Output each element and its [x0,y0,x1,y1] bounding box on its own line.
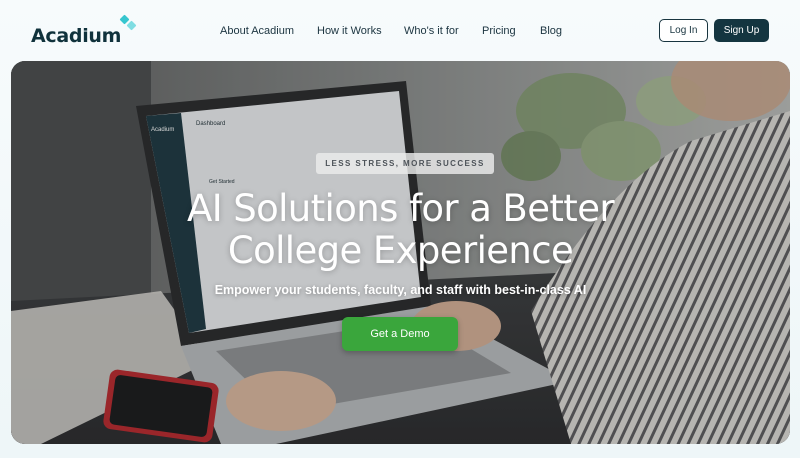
hero-headline-line-2: College Experience [227,229,574,272]
nav-item-how-it-works[interactable]: How it Works [317,22,382,40]
hero-headline-line-1: AI Solutions for a Better [187,187,615,230]
page: Acadium About Acadium How it Works Who's… [0,0,800,458]
hero-eyebrow-badge: LESS STRESS, MORE SUCCESS [316,153,494,174]
login-button[interactable]: Log In [659,19,708,42]
site-header: Acadium About Acadium How it Works Who's… [0,0,800,60]
logo-diamond-icon [119,14,138,36]
logo[interactable]: Acadium [31,14,138,47]
nav-item-blog[interactable]: Blog [540,22,562,40]
hero-headline: AI Solutions for a Better College Experi… [11,188,790,272]
logo-text: Acadium [31,25,122,47]
nav-item-about[interactable]: About Acadium [220,22,294,40]
get-demo-button[interactable]: Get a Demo [342,317,458,351]
signup-button[interactable]: Sign Up [714,19,769,42]
hero-section: Acadium Dashboard Get Started LESS STRESS,… [11,61,790,444]
nav-item-whos-it-for[interactable]: Who's it for [404,22,459,40]
nav-item-pricing[interactable]: Pricing [482,22,516,40]
hero-subheadline: Empower your students, faculty, and staf… [214,283,587,297]
